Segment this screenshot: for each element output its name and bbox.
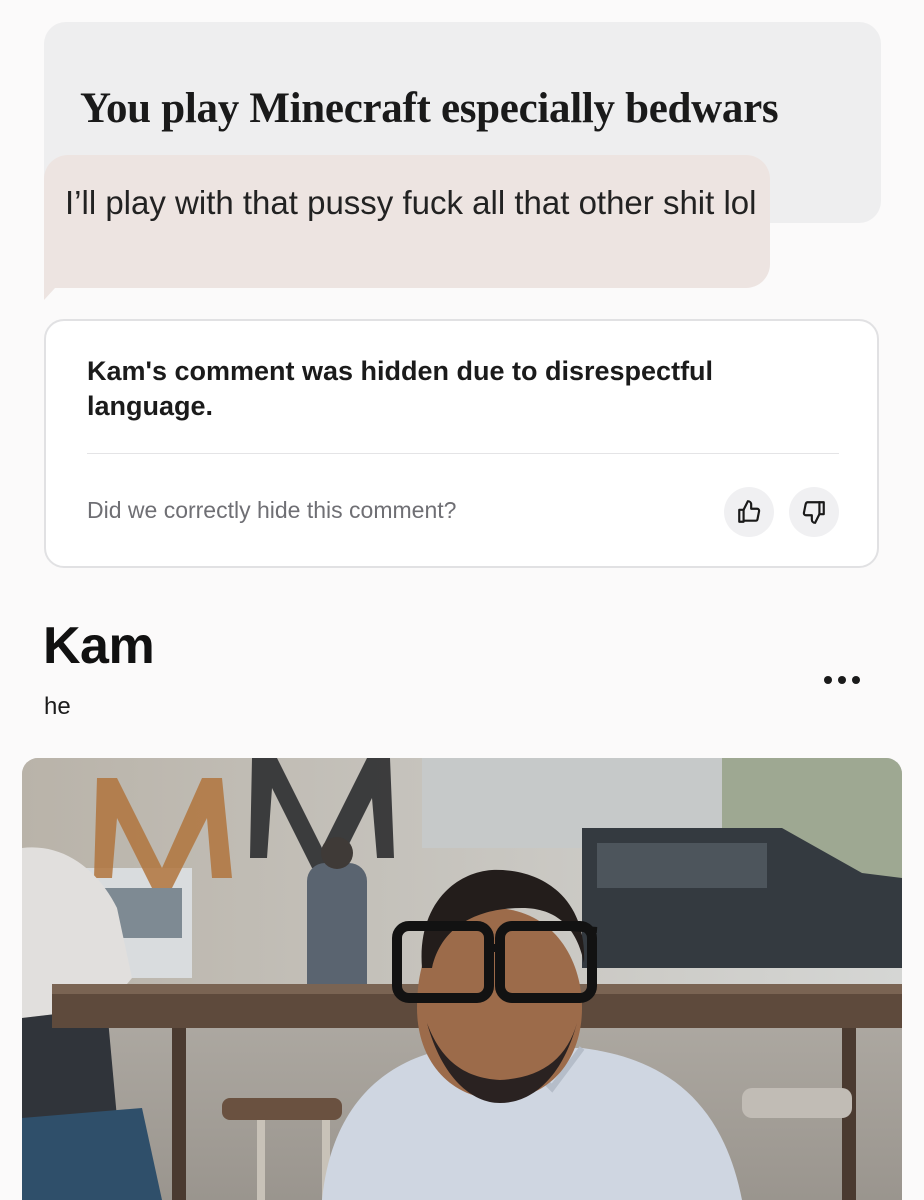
thumbs-up-button[interactable]	[724, 487, 774, 537]
reply-bubble-tail	[44, 276, 66, 300]
profile-pronoun: he	[44, 693, 71, 720]
profile-photo[interactable]	[22, 758, 902, 1200]
thumbs-down-button[interactable]	[789, 487, 839, 537]
notice-title: Kam's comment was hidden due to disrespe…	[87, 356, 714, 421]
thumbs-down-icon	[802, 501, 825, 524]
notice-divider	[87, 453, 839, 454]
feedback-question: Did we correctly hide this comment?	[87, 497, 457, 523]
reply-text: I’ll play with that pussy fuck all that …	[65, 184, 757, 221]
prompt-text: You play Minecraft especially bedwars	[80, 85, 779, 132]
more-options-button[interactable]	[818, 662, 866, 698]
thumbs-up-icon	[738, 500, 761, 523]
app-screen: You play Minecraft especially bedwars I’…	[0, 0, 924, 1200]
more-horizontal-icon	[824, 676, 832, 684]
profile-name: Kam	[43, 617, 155, 675]
hidden-comment-notice: Kam's comment was hidden due to disrespe…	[44, 319, 879, 568]
profile-photo-image	[22, 758, 902, 1200]
